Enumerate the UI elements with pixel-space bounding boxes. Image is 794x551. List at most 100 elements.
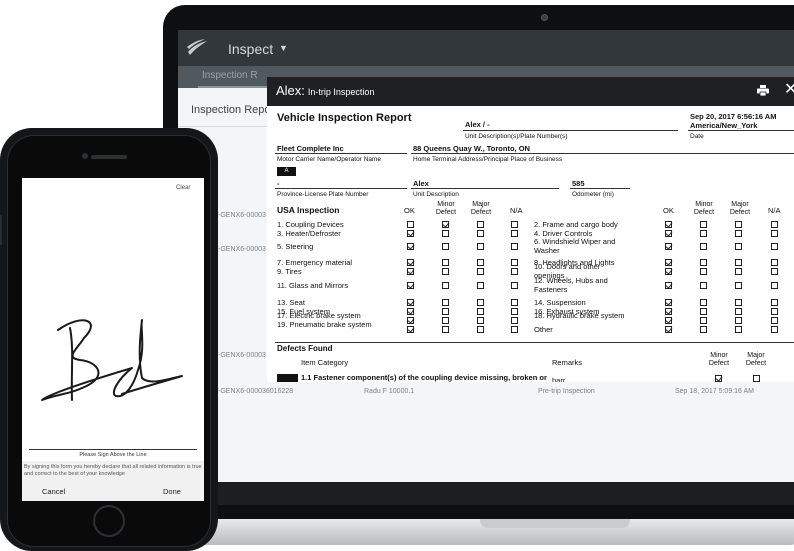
plate-value: - (277, 179, 280, 188)
right-checkbox (771, 221, 778, 228)
chevron-down-icon[interactable]: ▼ (279, 43, 288, 53)
phone-side-button (0, 215, 2, 245)
left-checkbox (511, 299, 518, 306)
list-row-id[interactable]: Y-GENX6-00003 (214, 246, 266, 253)
tab-inspection-reports[interactable]: Inspection R (202, 70, 258, 81)
left-checkbox (511, 326, 518, 333)
left-item-label: 7. Emergency material (277, 258, 353, 267)
left-checkbox (511, 268, 518, 275)
left-checkbox (477, 221, 484, 228)
left-checkbox (511, 230, 518, 237)
modal-subtitle: In-trip Inspection (307, 87, 375, 97)
left-item-label: 19. Pneumatic brake system (277, 320, 372, 329)
close-icon[interactable]: ✕ (784, 80, 794, 100)
right-checkbox (665, 299, 672, 306)
modal-title: Alex: In-trip Inspection (276, 83, 374, 98)
left-checkbox (477, 299, 484, 306)
right-checkbox (771, 308, 778, 315)
left-checkbox (407, 282, 414, 289)
defect-row-marker (277, 374, 298, 382)
col-major: Major Defect (729, 201, 751, 216)
left-checkbox (511, 243, 518, 250)
left-checkbox (407, 221, 414, 228)
done-button[interactable]: Done (163, 487, 181, 496)
app-logo-icon (187, 39, 207, 55)
list-row-driver: Radu F 10000.1 (364, 388, 415, 395)
left-checkbox (511, 282, 518, 289)
unit-label: Unit Description(s)/Plate Number(s) (465, 133, 568, 140)
left-checkbox (407, 259, 414, 266)
inspection-report: Vehicle Inspection Report Alex / - Unit … (267, 106, 794, 382)
left-checkbox (477, 259, 484, 266)
col-major: Major Defect (470, 201, 492, 216)
defects-title: Defects Found (277, 344, 333, 353)
left-checkbox (477, 268, 484, 275)
divider (570, 188, 630, 189)
right-checkbox (665, 268, 672, 275)
laptop-base (155, 519, 794, 545)
col-minor: Minor Defect (435, 201, 457, 216)
right-item-label: 12. Wheels, Hubs and Fasteners (534, 276, 608, 294)
right-checkbox (771, 282, 778, 289)
left-checkbox (407, 308, 414, 315)
right-item-label: 18. Hydraulic brake system (534, 311, 625, 320)
left-checkbox (442, 268, 449, 275)
defects-col-remarks: Remarks (552, 358, 583, 367)
modal-title-name: Alex: (276, 83, 305, 98)
section-title: USA Inspection (277, 205, 340, 215)
left-checkbox (511, 221, 518, 228)
left-checkbox (442, 243, 449, 250)
divider (411, 153, 794, 154)
col-ok: OK (404, 206, 415, 215)
right-checkbox (735, 282, 742, 289)
right-checkbox (665, 308, 672, 315)
left-checkbox (442, 308, 449, 315)
left-checkbox (477, 317, 484, 324)
right-checkbox (735, 230, 742, 237)
right-checkbox (771, 230, 778, 237)
left-checkbox (442, 221, 449, 228)
right-item-label: 6. Windshield Wiper and Washer (534, 237, 616, 255)
left-checkbox (442, 299, 449, 306)
right-checkbox (700, 221, 707, 228)
phone-home-button[interactable] (93, 505, 125, 537)
left-checkbox (511, 317, 518, 324)
left-checkbox (407, 299, 414, 306)
right-checkbox (665, 259, 672, 266)
right-checkbox (735, 308, 742, 315)
app-title[interactable]: Inspect (228, 41, 273, 57)
left-checkbox (511, 308, 518, 315)
right-item-label: 14. Suspension (534, 298, 586, 307)
screen-bottom-bar (178, 482, 794, 505)
list-row-date: Sep 18, 2017 5:09:16 AM (675, 388, 755, 395)
signature-canvas[interactable] (22, 308, 204, 418)
print-icon[interactable] (757, 85, 769, 96)
right-checkbox (665, 221, 672, 228)
signature-caption: Please Sign Above the Line (79, 452, 147, 458)
col-na: N/A (768, 206, 781, 215)
address-value: 88 Queens Quay W., Toronto, ON (413, 144, 530, 153)
cancel-button[interactable]: Cancel (42, 487, 65, 496)
left-checkbox (477, 308, 484, 315)
left-checkbox (442, 230, 449, 237)
left-checkbox (442, 317, 449, 324)
left-checkbox (511, 259, 518, 266)
left-item-label: 11. Glass and Mirrors (277, 281, 349, 290)
left-item-label: 9. Tires (277, 267, 302, 276)
report-timezone: America/New_York (690, 121, 758, 130)
carrier-label: Motor Carrier Name/Operator Name (277, 156, 382, 163)
left-checkbox (407, 243, 414, 250)
declaration-text: By signing this form you hereby declare … (24, 464, 202, 477)
right-item-label: Other (534, 325, 553, 334)
right-checkbox (735, 317, 742, 324)
list-row-id[interactable]: Y-GENX6-00003 (214, 352, 266, 359)
left-checkbox (442, 282, 449, 289)
clear-button[interactable]: Clear (176, 185, 190, 191)
right-checkbox (771, 299, 778, 306)
right-checkbox (665, 282, 672, 289)
left-checkbox (442, 259, 449, 266)
right-checkbox (700, 326, 707, 333)
list-row-id[interactable]: Y-GENX6-00003 (214, 212, 266, 219)
right-checkbox (771, 268, 778, 275)
phone-speaker (91, 155, 127, 159)
